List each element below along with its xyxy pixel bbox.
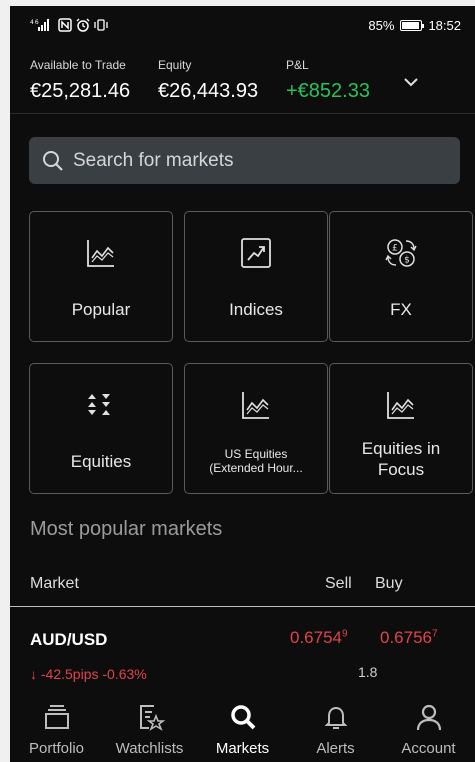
tab-label: Portfolio (28, 740, 85, 757)
category-label: US Equities (Extended Hour... (185, 447, 327, 475)
currency-exchange-icon: £ $ (385, 239, 417, 267)
tab-label: Alerts (316, 740, 355, 757)
category-label-line2: (Extended Hour... (209, 461, 303, 475)
tab-watchlists[interactable]: Watchlists (103, 696, 196, 762)
available-value: €25,281.46 (30, 80, 131, 102)
nfc-icon (58, 18, 72, 32)
category-label-line1: Equities in (361, 439, 441, 458)
buy-price-button[interactable]: 0.67567 (380, 628, 438, 648)
chart-area-icon (387, 392, 414, 419)
category-us-equities-extended[interactable]: US Equities (Extended Hour... (184, 363, 328, 494)
bottom-nav: Portfolio Watchlists Markets Alerts Acco… (10, 696, 475, 762)
tab-label: Markets (215, 740, 270, 757)
tab-account[interactable]: Account (382, 696, 475, 762)
chart-area-icon (87, 240, 114, 267)
divider (10, 606, 475, 607)
watchlist-icon (139, 705, 165, 731)
category-label: Popular (71, 300, 131, 319)
spread-value: 1.8 (358, 664, 378, 680)
status-right: 85% 18:52 (368, 18, 461, 33)
category-equities[interactable]: Equities (29, 363, 173, 494)
category-popular[interactable]: Popular (29, 211, 173, 342)
chevron-down-icon[interactable] (399, 72, 423, 92)
person-icon (416, 704, 441, 731)
svg-text:$: $ (404, 256, 410, 266)
category-indices[interactable]: Indices (184, 211, 328, 342)
tab-alerts[interactable]: Alerts (289, 696, 382, 762)
category-label: Indices (229, 300, 283, 319)
equity-label: Equity (158, 58, 192, 72)
pnl-label: P&L (286, 58, 309, 72)
sell-price-pip: 9 (342, 628, 348, 640)
vibrate-icon (94, 19, 108, 31)
tab-label: Watchlists (115, 740, 184, 757)
buy-price: 0.6756 (380, 628, 432, 647)
market-symbol: AUD/USD (30, 630, 108, 649)
trend-up-icon (241, 238, 271, 268)
sell-price: 0.6754 (290, 628, 342, 647)
signal-icon: 46 (30, 19, 49, 31)
category-label-line2: Focus (377, 460, 425, 479)
category-label: FX (390, 300, 412, 319)
search-placeholder: Search for markets (73, 149, 234, 171)
column-header-buy: Buy (375, 575, 403, 592)
search-input[interactable]: Search for markets (29, 137, 460, 184)
search-icon (43, 150, 63, 171)
category-label: Equities (70, 452, 132, 471)
category-equities-in-focus[interactable]: Equities in Focus (329, 363, 473, 494)
account-summary[interactable]: Available to Trade €25,281.46 Equity €26… (10, 50, 475, 114)
sell-price-button[interactable]: 0.67549 (290, 628, 348, 648)
market-change: ↓ -42.5pips -0.63% (30, 666, 147, 682)
category-label: Equities in Focus (330, 438, 472, 480)
search-icon (230, 705, 255, 730)
clock: 18:52 (428, 17, 461, 33)
section-title: Most popular markets (30, 518, 223, 540)
app-screen: 46 85% 18:52 Available to Trade €25,281.… (10, 6, 475, 762)
alarm-icon (76, 18, 90, 32)
available-label: Available to Trade (30, 58, 126, 72)
battery-percent: 85% (368, 17, 395, 33)
buy-price-pip: 7 (432, 628, 438, 640)
tab-portfolio[interactable]: Portfolio (10, 696, 103, 762)
battery-icon (400, 19, 425, 31)
svg-text:46: 46 (30, 19, 40, 26)
portfolio-icon (44, 705, 69, 729)
status-icons: 46 (30, 18, 108, 32)
column-header-sell: Sell (325, 575, 352, 592)
column-header-market: Market (30, 575, 79, 592)
bell-icon (324, 706, 347, 729)
tab-markets[interactable]: Markets (196, 696, 289, 762)
equity-value: €26,443.93 (158, 80, 259, 102)
pnl-value: +€852.33 (286, 80, 370, 102)
category-fx[interactable]: £ $ FX (329, 211, 473, 342)
svg-text:£: £ (392, 244, 398, 254)
tab-label: Account (401, 740, 456, 757)
sort-arrows-icon (88, 394, 110, 415)
chart-area-icon (242, 392, 269, 419)
category-label-line1: US Equities (224, 447, 288, 461)
status-bar: 46 85% 18:52 (10, 6, 475, 44)
